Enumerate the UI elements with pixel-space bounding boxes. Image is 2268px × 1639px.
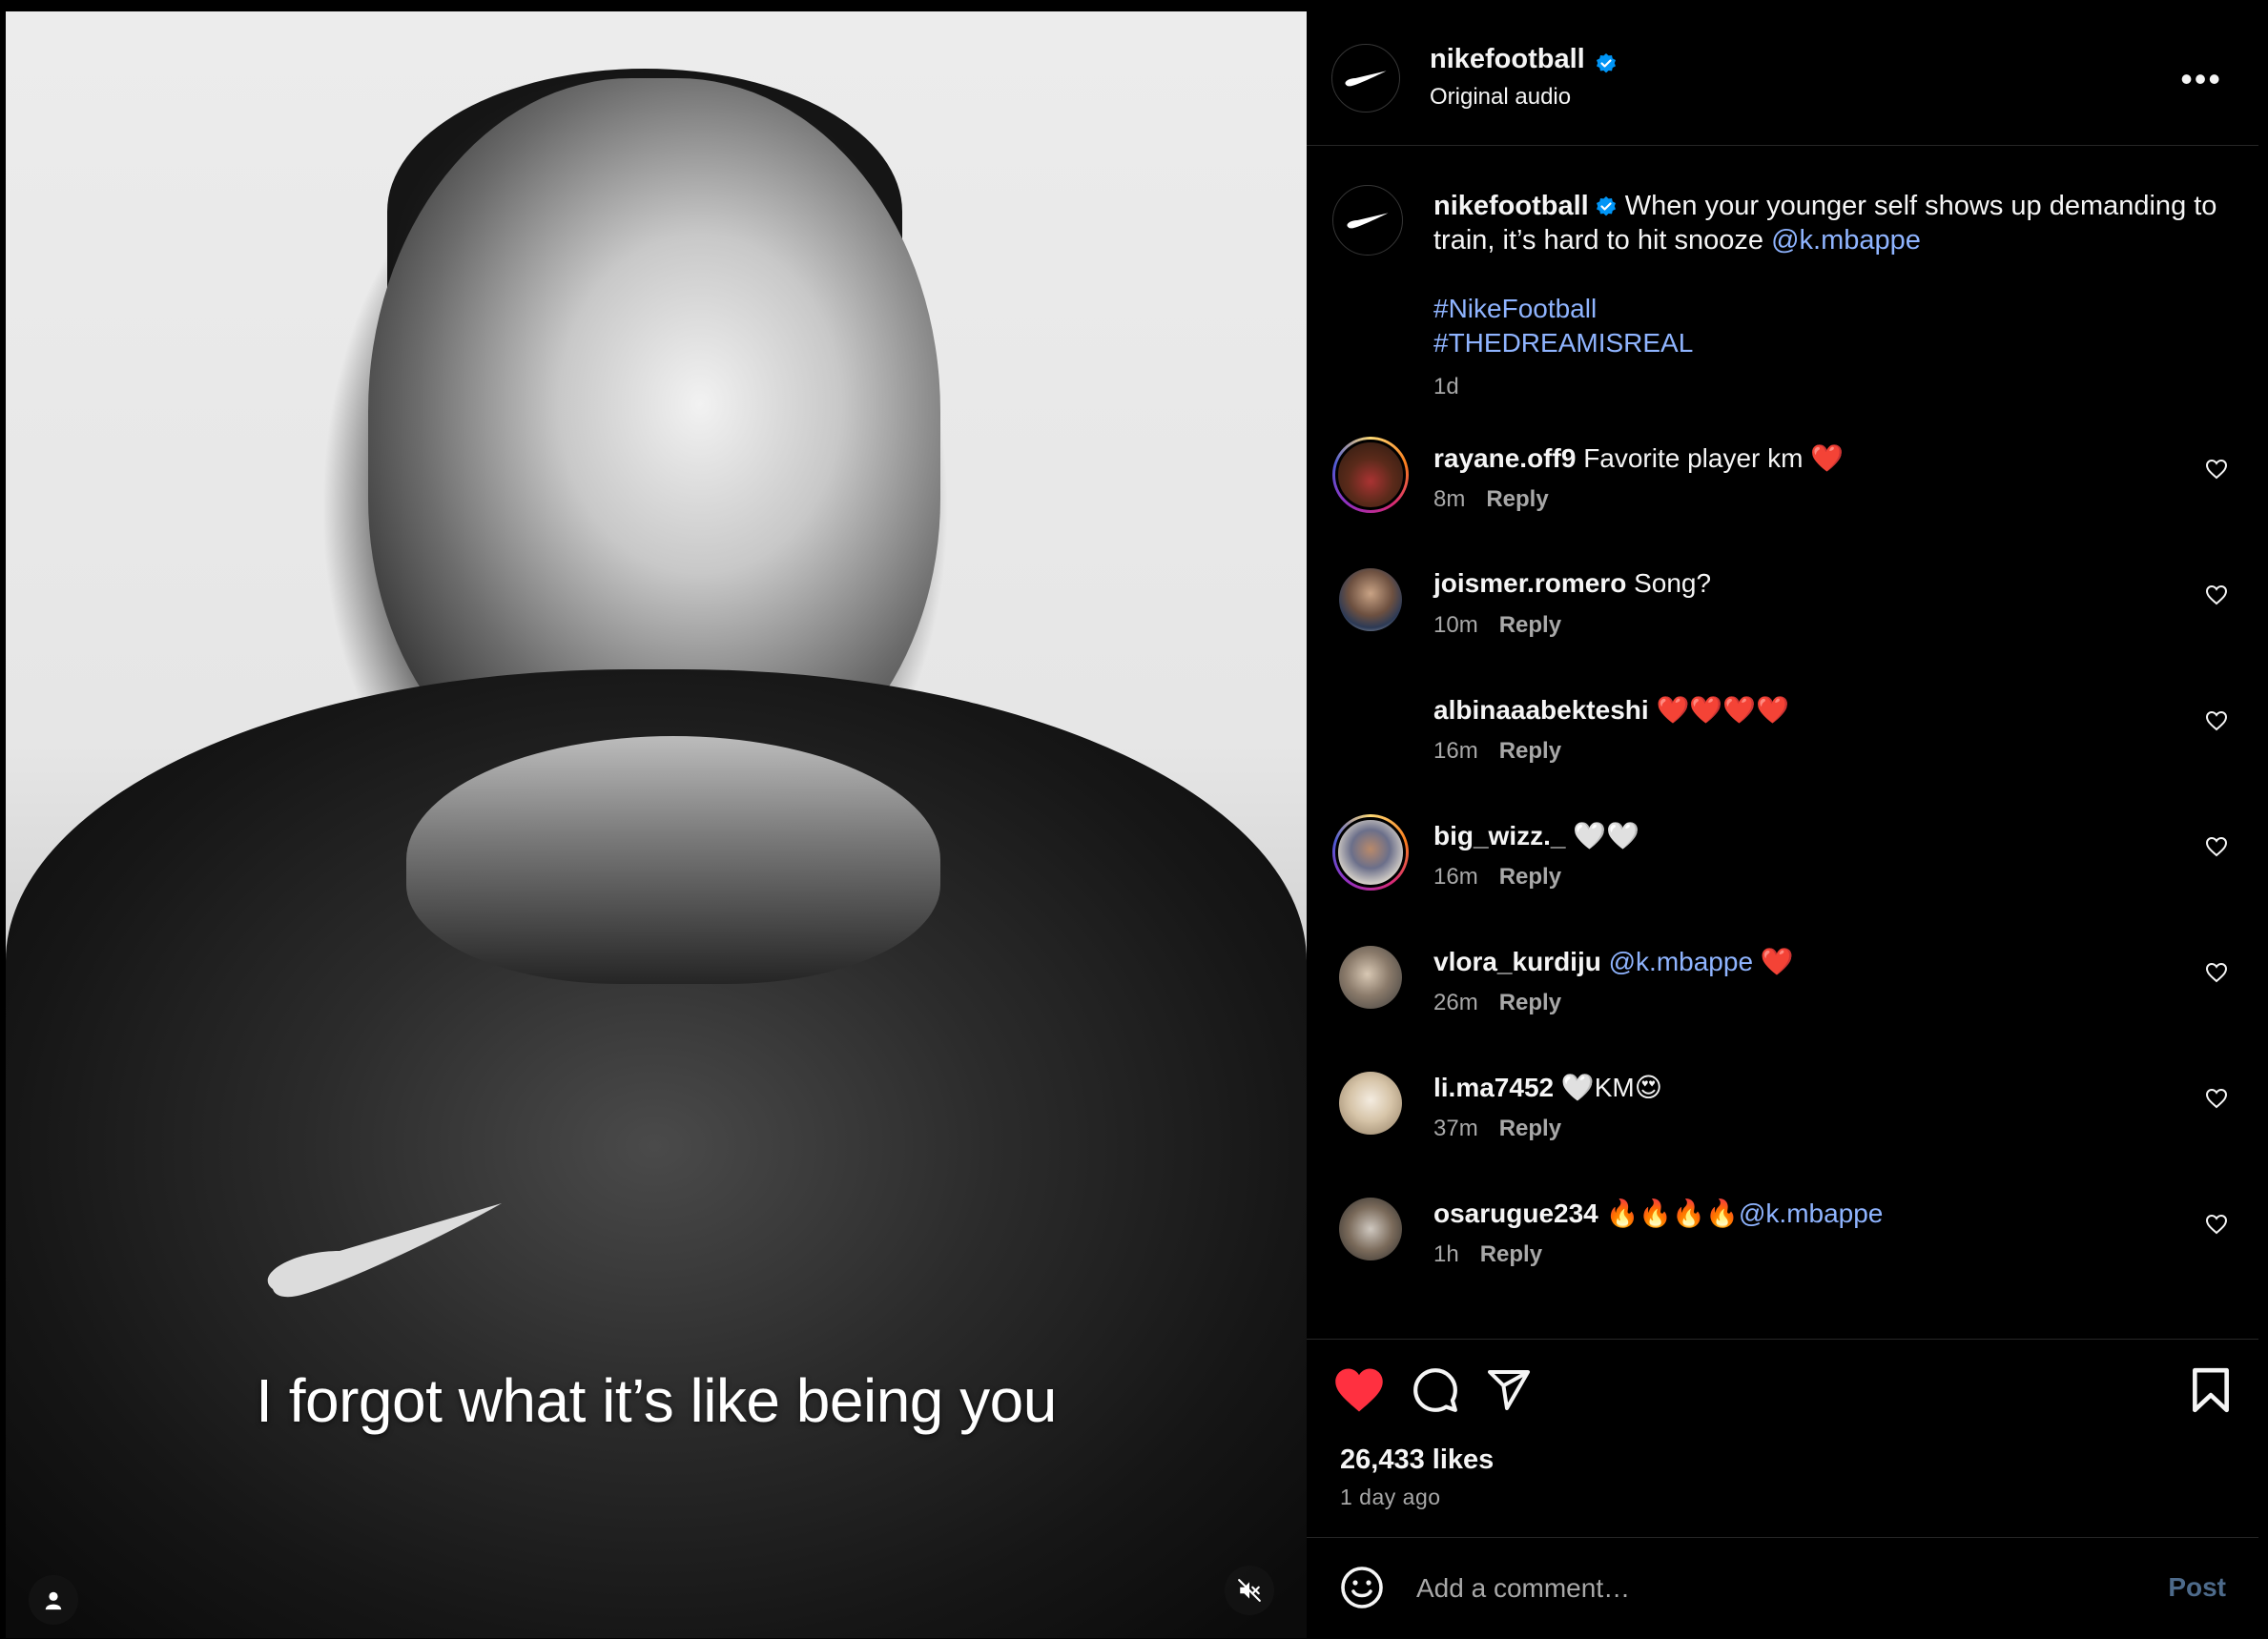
comment-time: 16m: [1433, 738, 1478, 764]
comment-time: 1h: [1433, 1241, 1459, 1267]
header-username[interactable]: nikefootball: [1430, 44, 1585, 74]
verified-badge-icon: [1597, 52, 1617, 73]
comment-time: 37m: [1433, 1116, 1478, 1141]
comment-username[interactable]: osarugue234: [1433, 1199, 1598, 1228]
like-comment-icon[interactable]: [2205, 1213, 2228, 1236]
post-date[interactable]: 1 day ago: [1340, 1485, 1441, 1510]
volume-muted-icon: [1238, 1579, 1261, 1602]
comment-time: 26m: [1433, 990, 1478, 1015]
comment-time: 8m: [1433, 486, 1466, 512]
comment-time: 16m: [1433, 864, 1478, 890]
nike-swoosh-logo: [267, 1203, 502, 1298]
reply-button[interactable]: Reply: [1499, 864, 1561, 890]
comment-item: rayane.off9 Favorite player km ❤️ 8m Repl…: [1307, 437, 2258, 563]
comment-item: li.ma7452 🤍KM😍 37m Reply: [1307, 1066, 2258, 1192]
add-comment-input[interactable]: [1414, 1567, 2105, 1610]
emoji-icon[interactable]: [1339, 1565, 1385, 1610]
like-comment-icon[interactable]: [2205, 835, 2228, 858]
tagged-people-button[interactable]: [29, 1575, 78, 1625]
comment-text: Song?: [1634, 568, 1712, 598]
comment-item: big_wizz._ 🤍🤍 16m Reply: [1307, 814, 2258, 940]
reply-button[interactable]: Reply: [1499, 990, 1561, 1015]
post-actions: 26,433 likes 1 day ago: [1307, 1339, 2258, 1540]
reply-button[interactable]: Reply: [1499, 738, 1561, 764]
comment-text: 🤍🤍: [1573, 821, 1639, 850]
commenter-avatar[interactable]: [1339, 946, 1402, 1009]
comment-icon[interactable]: [1412, 1366, 1459, 1414]
comment-item: albinaaabekteshi ❤️❤️❤️❤️ 16m Reply: [1307, 688, 2258, 814]
commenter-avatar[interactable]: [1339, 568, 1402, 631]
post-side-panel: nikefootball Original audio ••• nikefoot…: [1307, 0, 2268, 1638]
video-subtitle: I forgot what it’s like being you: [256, 1366, 1057, 1435]
nikefootball-avatar[interactable]: [1331, 44, 1400, 113]
post-time[interactable]: 1d: [1433, 370, 2225, 404]
commenter-avatar[interactable]: [1339, 1072, 1402, 1135]
likes-count[interactable]: 26,433 likes: [1340, 1444, 1494, 1476]
commenter-avatar[interactable]: [1339, 694, 1402, 757]
add-comment-bar: Post: [1307, 1537, 2258, 1639]
hashtag-nikefootball[interactable]: #NikeFootball: [1433, 292, 2225, 326]
heart-filled-icon[interactable]: [1333, 1366, 1385, 1414]
like-comment-icon[interactable]: [2205, 1087, 2228, 1110]
post-comment-button[interactable]: Post: [2168, 1572, 2226, 1603]
like-comment-icon[interactable]: [2205, 458, 2228, 481]
reply-button[interactable]: Reply: [1499, 1116, 1561, 1141]
more-options-button[interactable]: •••: [2180, 59, 2222, 99]
video-frame-collar: [406, 736, 940, 984]
original-audio-link[interactable]: Original audio: [1430, 84, 1571, 111]
nike-swoosh-icon: [1345, 71, 1387, 87]
reel-video[interactable]: I forgot what it’s like being you: [6, 11, 1307, 1638]
like-comment-icon[interactable]: [2205, 961, 2228, 984]
comments-list[interactable]: nikefootball When your younger self show…: [1307, 145, 2258, 1339]
share-icon[interactable]: [1486, 1366, 1532, 1412]
caption-mention[interactable]: @k.mbappe: [1771, 225, 1921, 256]
post-header: nikefootball Original audio •••: [1307, 0, 2258, 146]
comment-time: 10m: [1433, 612, 1478, 638]
post-author-avatar[interactable]: [1332, 185, 1403, 256]
comment-text: Favorite player km ❤️: [1583, 443, 1845, 473]
comment-username[interactable]: li.ma7452: [1433, 1073, 1554, 1102]
mute-button[interactable]: [1225, 1566, 1274, 1615]
comment-text: 🔥🔥🔥🔥: [1605, 1199, 1739, 1228]
comment-username[interactable]: vlora_kurdiju: [1433, 947, 1601, 976]
reply-button[interactable]: Reply: [1480, 1241, 1542, 1267]
comment-text: ❤️❤️❤️❤️: [1656, 695, 1789, 725]
comment-item: vlora_kurdiju @k.mbappe ❤️ 26m Reply: [1307, 940, 2258, 1066]
comment-item: osarugue234 🔥🔥🔥🔥@k.mbappe 1h Reply: [1307, 1192, 2258, 1318]
comment-mention[interactable]: @k.mbappe: [1609, 947, 1753, 976]
caption-username[interactable]: nikefootball: [1433, 191, 1589, 221]
commenter-avatar[interactable]: [1332, 814, 1409, 891]
more-horizontal-icon: •••: [2180, 59, 2222, 98]
comment-username[interactable]: albinaaabekteshi: [1433, 695, 1649, 725]
like-comment-icon[interactable]: [2205, 709, 2228, 732]
hashtag-thedreamisreal[interactable]: #THEDREAMISREAL: [1433, 326, 2225, 360]
comment-username[interactable]: big_wizz._: [1433, 821, 1565, 850]
comment-text: ❤️: [1760, 947, 1794, 976]
comment-username[interactable]: rayane.off9: [1433, 443, 1576, 473]
person-icon: [45, 1591, 62, 1610]
commenter-avatar[interactable]: [1332, 437, 1409, 513]
post-caption: nikefootball When your younger self show…: [1433, 189, 2225, 404]
verified-badge-icon: [1596, 196, 1616, 216]
comment-mention[interactable]: @k.mbappe: [1739, 1199, 1883, 1228]
nike-swoosh-icon: [1347, 213, 1389, 229]
bookmark-icon[interactable]: [2190, 1366, 2232, 1414]
like-comment-icon[interactable]: [2205, 584, 2228, 606]
reply-button[interactable]: Reply: [1499, 612, 1561, 638]
comment-username[interactable]: joismer.romero: [1433, 568, 1626, 598]
commenter-avatar[interactable]: [1339, 1198, 1402, 1260]
reply-button[interactable]: Reply: [1486, 486, 1548, 512]
comment-text: 🤍KM😍: [1560, 1073, 1662, 1102]
comment-item: joismer.romero Song? 10m Reply: [1307, 563, 2258, 688]
